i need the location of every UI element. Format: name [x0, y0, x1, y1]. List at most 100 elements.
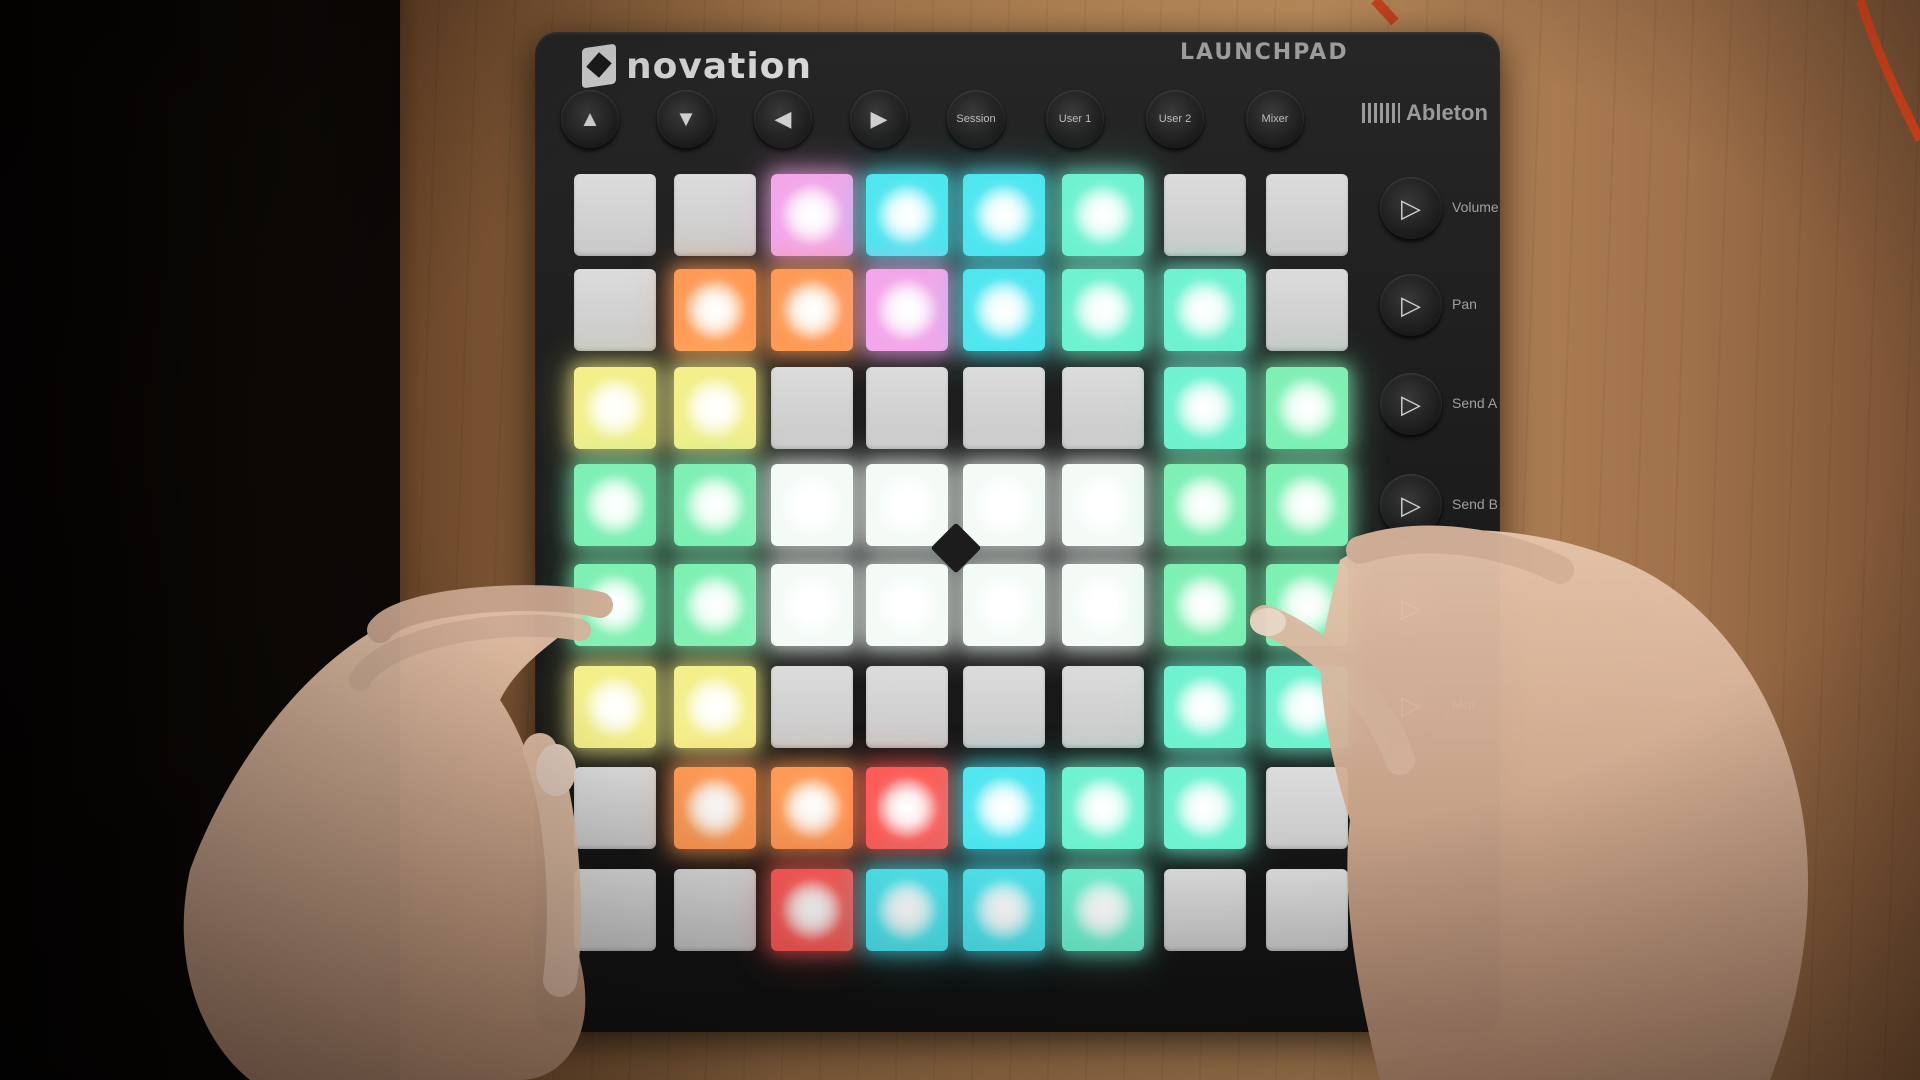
brand-name: novation — [626, 45, 813, 87]
pad[interactable] — [1164, 564, 1246, 646]
pad[interactable] — [674, 564, 756, 646]
pad[interactable] — [574, 367, 656, 449]
play-icon: ▷ — [1401, 192, 1421, 223]
photo-scene: novation LAUNCHPAD Ableton ▲ ▼ ◀ ▶ Session Us… — [0, 0, 1920, 1080]
pad[interactable] — [771, 174, 853, 256]
up-arrow-icon: ▲ — [579, 106, 601, 131]
pad[interactable] — [674, 174, 756, 256]
play-icon: ▷ — [1401, 689, 1421, 720]
pad[interactable] — [771, 269, 853, 351]
brand-logo-group: novation — [582, 42, 812, 90]
session-button[interactable]: Session — [947, 90, 1005, 148]
scene-launch-button[interactable]: ▷ — [1380, 577, 1442, 639]
right-arrow-button[interactable]: ▶ — [850, 90, 908, 148]
down-arrow-button[interactable]: ▼ — [657, 90, 715, 148]
down-arrow-icon: ▼ — [675, 106, 697, 131]
pad[interactable] — [1062, 174, 1144, 256]
pad[interactable] — [1164, 464, 1246, 546]
pad[interactable] — [574, 269, 656, 351]
play-icon: ▷ — [1401, 289, 1421, 320]
pad[interactable] — [963, 269, 1045, 351]
play-icon: ▷ — [1401, 388, 1421, 419]
pad[interactable] — [866, 869, 948, 951]
pad[interactable] — [674, 464, 756, 546]
pad[interactable] — [771, 464, 853, 546]
pad[interactable] — [674, 666, 756, 748]
pad[interactable] — [866, 666, 948, 748]
pad[interactable] — [1266, 869, 1348, 951]
scene-launch-button[interactable]: ▷ — [1380, 674, 1442, 736]
pad[interactable] — [574, 464, 656, 546]
pad[interactable] — [1062, 269, 1144, 351]
pad[interactable] — [1164, 269, 1246, 351]
pad[interactable] — [1062, 869, 1144, 951]
pad[interactable] — [1062, 367, 1144, 449]
pad[interactable] — [574, 666, 656, 748]
scene-launch-button[interactable]: ▷ — [1380, 373, 1442, 435]
user2-label: User 2 — [1158, 113, 1192, 125]
pad[interactable] — [771, 666, 853, 748]
scene-button-label: Volume — [1452, 199, 1499, 215]
pad[interactable] — [1266, 367, 1348, 449]
pad[interactable] — [1062, 564, 1144, 646]
pad[interactable] — [963, 464, 1045, 546]
pad[interactable] — [963, 666, 1045, 748]
pad[interactable] — [866, 767, 948, 849]
pad[interactable] — [771, 869, 853, 951]
mixer-label: Mixer — [1261, 113, 1289, 125]
pad[interactable] — [771, 564, 853, 646]
left-arrow-button[interactable]: ◀ — [754, 90, 812, 148]
scene-launch-button[interactable]: ▷ — [1380, 474, 1442, 536]
play-icon: ▷ — [1401, 592, 1421, 623]
pad[interactable] — [771, 367, 853, 449]
pad[interactable] — [866, 174, 948, 256]
ableton-logo-icon — [1362, 103, 1400, 123]
pad[interactable] — [963, 367, 1045, 449]
scene-button-label: Send B — [1452, 496, 1498, 512]
pad[interactable] — [771, 767, 853, 849]
pad[interactable] — [1164, 174, 1246, 256]
scene-launch-button[interactable]: ▷ — [1380, 274, 1442, 336]
pad[interactable] — [963, 174, 1045, 256]
ableton-label: Ableton — [1406, 100, 1488, 125]
pad[interactable] — [1062, 767, 1144, 849]
pad[interactable] — [963, 767, 1045, 849]
pad[interactable] — [866, 564, 948, 646]
pad[interactable] — [674, 767, 756, 849]
user1-button[interactable]: User 1 — [1046, 90, 1104, 148]
pad[interactable] — [1266, 464, 1348, 546]
scene-button-label: Send A — [1452, 395, 1498, 411]
scene-launch-button[interactable]: ▷ — [1380, 177, 1442, 239]
pad[interactable] — [674, 367, 756, 449]
session-label: Session — [956, 113, 996, 125]
pad[interactable] — [963, 564, 1045, 646]
mixer-button[interactable]: Mixer — [1246, 90, 1304, 148]
pad[interactable] — [866, 464, 948, 546]
pad[interactable] — [674, 869, 756, 951]
left-arrow-icon: ◀ — [774, 106, 792, 131]
pad[interactable] — [866, 367, 948, 449]
user2-button[interactable]: User 2 — [1146, 90, 1204, 148]
pad[interactable] — [1062, 464, 1144, 546]
pad[interactable] — [574, 564, 656, 646]
pad[interactable] — [674, 269, 756, 351]
pad[interactable] — [963, 869, 1045, 951]
pad[interactable] — [574, 174, 656, 256]
pad[interactable] — [1266, 269, 1348, 351]
pad[interactable] — [1164, 767, 1246, 849]
scene-button-label: Pan — [1452, 296, 1477, 312]
pad[interactable] — [574, 869, 656, 951]
right-arrow-icon: ▶ — [870, 106, 888, 131]
pad[interactable] — [1164, 869, 1246, 951]
up-arrow-button[interactable]: ▲ — [561, 90, 619, 148]
pad[interactable] — [1164, 666, 1246, 748]
model-name: LAUNCHPAD — [1180, 40, 1349, 65]
pad[interactable] — [1164, 367, 1246, 449]
pad[interactable] — [1266, 767, 1348, 849]
pad[interactable] — [574, 767, 656, 849]
pad[interactable] — [1266, 174, 1348, 256]
pad[interactable] — [1266, 666, 1348, 748]
pad[interactable] — [866, 269, 948, 351]
pad[interactable] — [1062, 666, 1144, 748]
pad[interactable] — [1266, 564, 1348, 646]
